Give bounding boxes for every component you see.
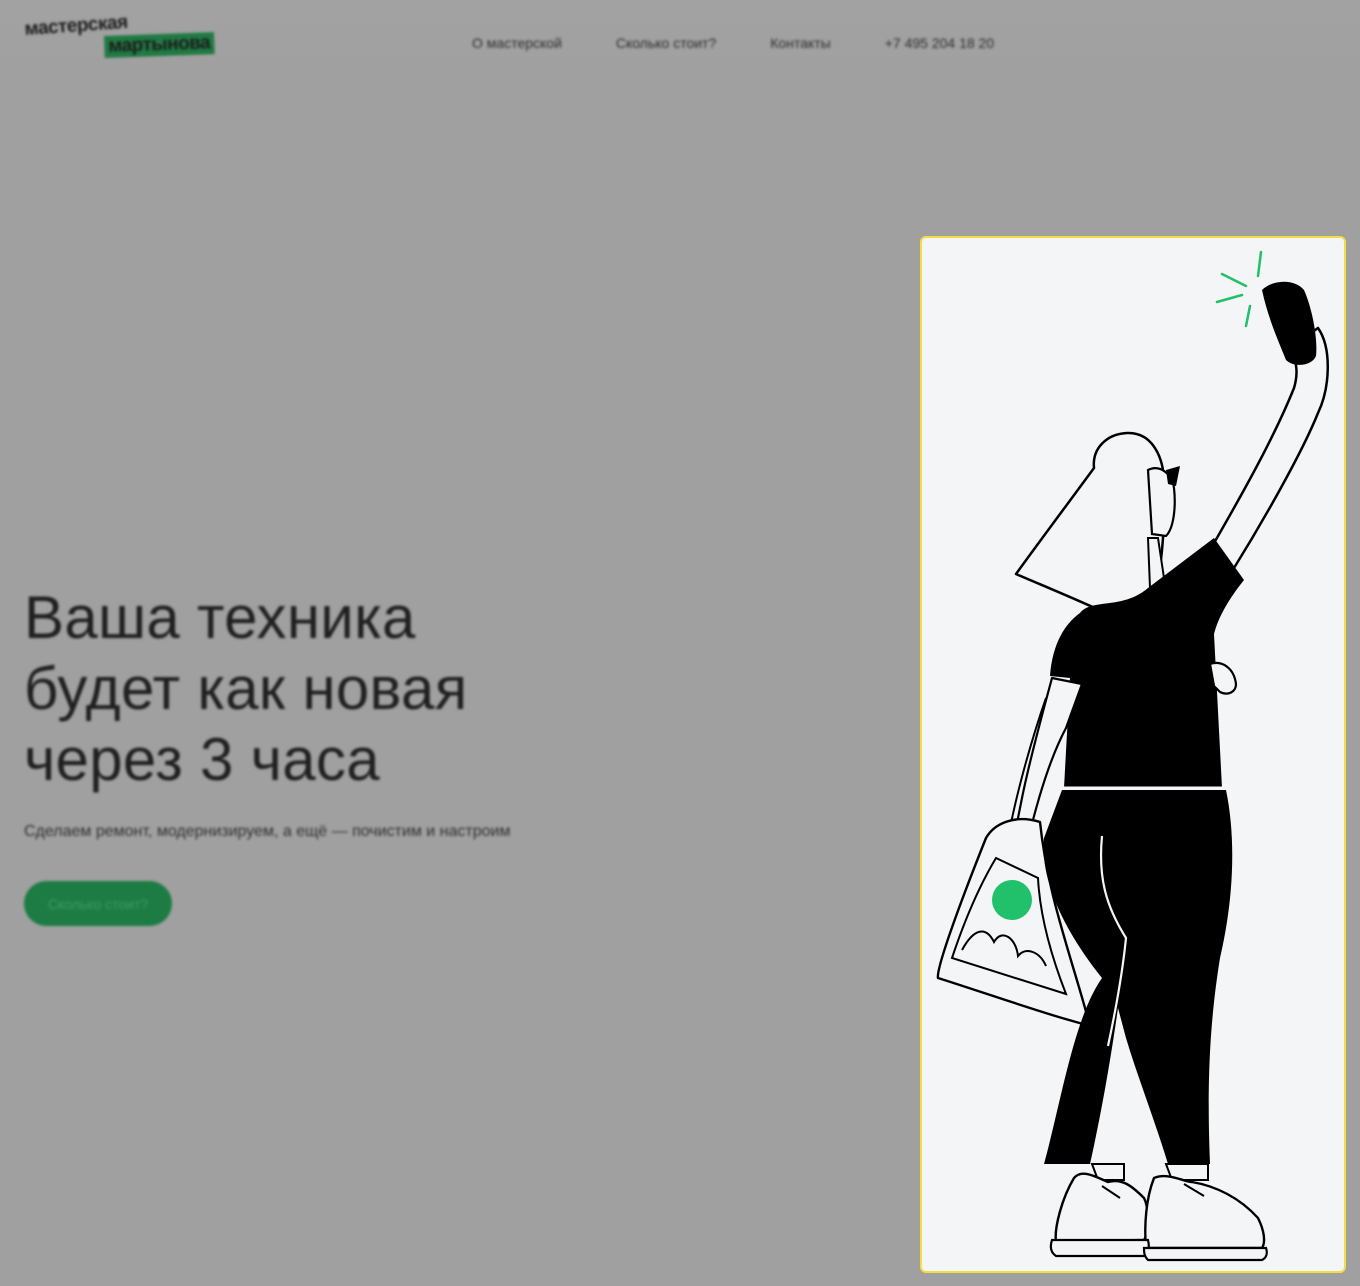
nav-item-contacts[interactable]: Контакты — [770, 35, 830, 51]
nav-item-about[interactable]: О мастерской — [472, 35, 562, 51]
site-header: мастерская мартынова О мастерской Скольк… — [0, 0, 1360, 86]
hero-title-line-3: через 3 часа — [24, 726, 380, 793]
price-cta-button[interactable]: Сколько стоит? — [24, 881, 172, 926]
hero-title-line-2: будет как новая — [24, 655, 468, 722]
hero-title-line-1: Ваша техника — [24, 584, 416, 651]
site-logo[interactable]: мастерская мартынова — [24, 12, 240, 64]
main-nav: О мастерской Сколько стоит? Контакты +7 … — [472, 32, 994, 54]
logo-line-2: мартынова — [104, 32, 215, 58]
hero-subtitle: Сделаем ремонт, модернизируем, а ещё — п… — [24, 823, 511, 840]
hero-title: Ваша техника будет как новая через 3 час… — [24, 582, 624, 795]
phone-icon — [1262, 281, 1317, 365]
sneakers-icon — [1049, 1172, 1268, 1262]
sunglasses-icon — [1166, 466, 1180, 486]
highlighted-illustration[interactable] — [920, 236, 1346, 1273]
flash-lines-icon — [1215, 250, 1263, 328]
nav-item-price[interactable]: Сколько стоит? — [616, 35, 716, 51]
raised-arm — [1208, 326, 1329, 570]
woman-selfie-illustration-icon — [936, 250, 1329, 1262]
nav-item-phone[interactable]: +7 495 204 18 20 — [885, 35, 994, 51]
page: мастерская мартынова О мастерской Скольк… — [0, 0, 1360, 1286]
